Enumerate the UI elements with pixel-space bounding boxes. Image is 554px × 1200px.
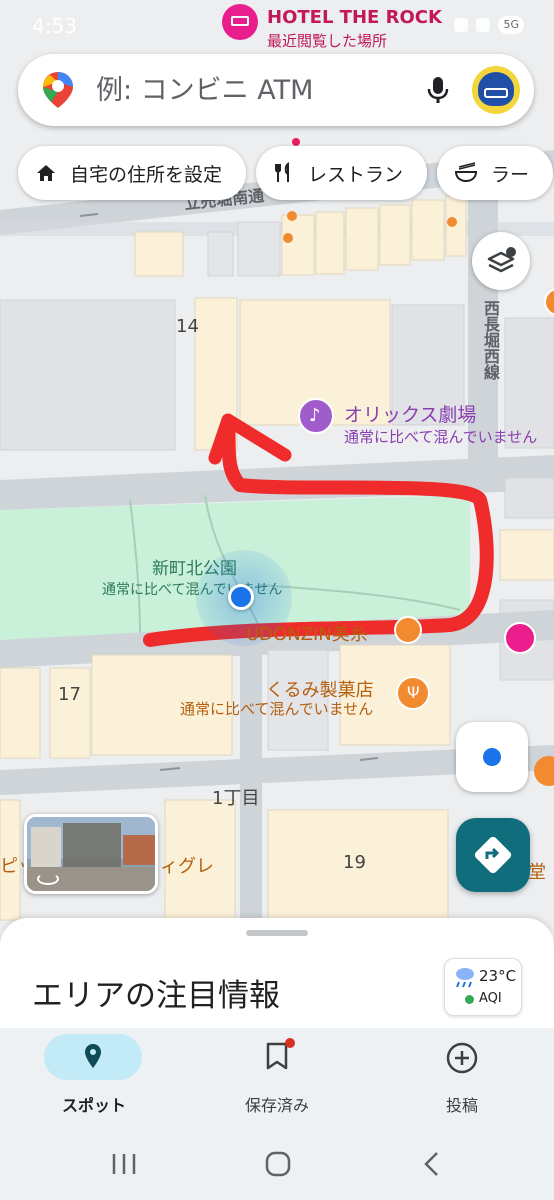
aqi-status-dot — [465, 995, 474, 1004]
theater-name[interactable]: オリックス劇場 — [344, 400, 476, 427]
account-avatar[interactable] — [472, 66, 520, 114]
nav-tab-contribute[interactable]: 投稿 — [392, 1028, 532, 1120]
nav-label-contribute: 投稿 — [445, 1096, 478, 1115]
ramen-bowl-icon — [455, 162, 478, 183]
rotate-360-icon — [37, 873, 59, 885]
street-view-thumbnail[interactable] — [24, 814, 158, 894]
back-icon[interactable] — [412, 1144, 452, 1184]
udon-marker[interactable] — [394, 616, 422, 644]
block-number-17: 17 — [58, 684, 81, 705]
search-input[interactable] — [96, 72, 396, 108]
layers-button[interactable] — [472, 232, 530, 290]
theater-status: 通常に比べて混んでいません — [344, 428, 538, 446]
directions-button[interactable] — [456, 818, 530, 892]
location-dot-core — [228, 584, 254, 610]
chome-label: 1丁目 — [212, 788, 260, 809]
bakery-marker[interactable]: Ψ — [396, 676, 430, 710]
sheet-title: エリアの注目情報 — [32, 978, 280, 1014]
bottom-sheet[interactable]: エリアの注目情報 23°C AQI — [0, 918, 554, 1038]
road-label-east: 西長堀西線 — [481, 300, 500, 380]
partial-label-mid: ィグレ — [160, 856, 214, 877]
chip-label: ラー — [491, 163, 530, 186]
block-number-19: 19 — [343, 852, 366, 873]
chip-restaurant[interactable]: レストラン — [256, 146, 428, 200]
home-button-icon[interactable] — [258, 1144, 298, 1184]
hotel-marker-2[interactable] — [504, 622, 536, 654]
wifi-icon — [454, 18, 469, 32]
chip-label: 自宅の住所を設定 — [70, 163, 223, 186]
chip-label: レストラン — [308, 163, 404, 186]
fork-knife-icon: Ψ — [407, 683, 420, 702]
map-view[interactable]: HOTEL THE ROCK 最近閲覧した場所 ♪ オリックス劇場 通常に比べて… — [0, 0, 554, 930]
nav-active-indicator — [44, 1034, 142, 1080]
chip-ramen[interactable]: ラー — [437, 146, 554, 200]
home-icon — [37, 165, 55, 181]
status-time: 4:53 — [32, 14, 77, 38]
sheet-drag-handle[interactable] — [246, 930, 308, 936]
chip-set-home[interactable]: 自宅の住所を設定 — [18, 146, 247, 200]
add-circle-icon — [446, 1042, 478, 1074]
layers-icon — [487, 247, 516, 273]
network-badge: 5G — [498, 16, 524, 34]
rain-cloud-icon — [456, 968, 474, 988]
weather-chip[interactable]: 23°C AQI — [444, 958, 522, 1016]
avatar-visor — [484, 88, 508, 98]
weather-aqi: AQI — [479, 991, 502, 1006]
location-pin-icon — [85, 1044, 101, 1068]
system-navigation-bar — [0, 1120, 554, 1200]
weather-temperature: 23°C — [479, 967, 517, 985]
microphone-icon[interactable] — [422, 74, 454, 106]
status-icons: 5G — [454, 16, 524, 34]
recent-apps-icon[interactable] — [104, 1144, 144, 1184]
street-view-building — [31, 827, 61, 869]
fork-knife-icon — [275, 162, 290, 182]
signal-icon — [476, 18, 491, 32]
bookmark-icon — [266, 1038, 295, 1070]
maps-logo-icon — [43, 72, 73, 108]
nav-label-saved: 保存済み — [244, 1096, 309, 1115]
nav-tab-explore[interactable]: スポット — [42, 1028, 182, 1120]
music-note-icon: ♪ — [309, 405, 321, 426]
directions-icon — [474, 836, 512, 874]
my-location-button[interactable] — [456, 722, 528, 792]
status-bar: 4:53 5G — [0, 0, 554, 52]
street-view-trees — [63, 823, 121, 873]
bottom-navigation: スポット 保存済み 投稿 — [0, 1028, 554, 1120]
bakery-status: 通常に比べて混んでいません — [180, 700, 374, 718]
udon-name[interactable]: UDONZIN美糸 — [246, 620, 368, 646]
my-location-icon — [483, 748, 501, 766]
category-chips: 自宅の住所を設定 レストラン ラー — [18, 146, 554, 202]
theater-marker[interactable]: ♪ — [298, 398, 334, 434]
nav-tab-saved[interactable]: 保存済み — [207, 1028, 347, 1120]
search-bar[interactable] — [18, 54, 534, 126]
street-view-building-2 — [123, 835, 155, 865]
block-number-14: 14 — [176, 316, 199, 337]
nav-label-explore: スポット — [61, 1096, 126, 1115]
